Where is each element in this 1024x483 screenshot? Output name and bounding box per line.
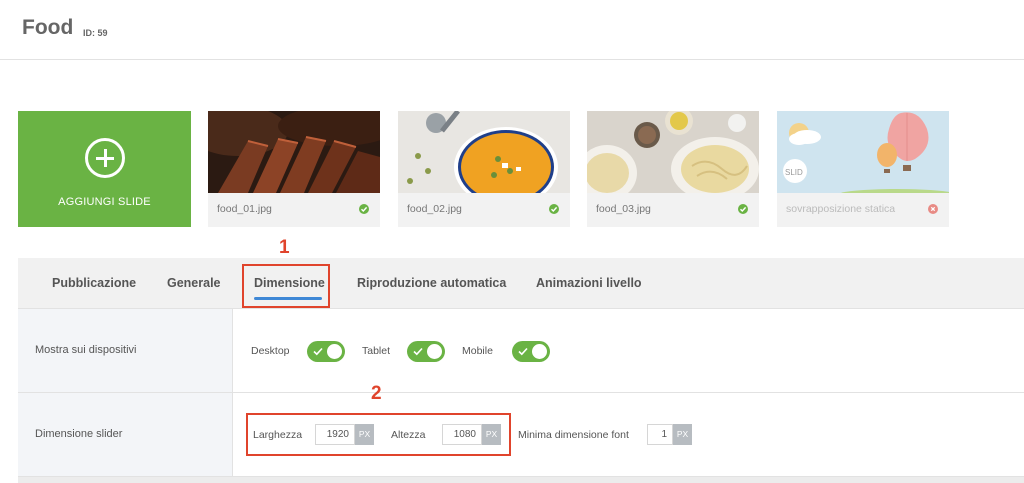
slide-image: [208, 111, 380, 193]
annotation-marker-1: 1: [279, 237, 290, 258]
min-font-unit-label: PX: [673, 424, 692, 445]
desktop-toggle[interactable]: [307, 341, 345, 362]
slide-thumbnail-static-overlay[interactable]: SLID sovrapposizione statica: [777, 111, 949, 227]
tab-riproduzione-automatica[interactable]: Riproduzione automatica: [357, 276, 506, 290]
error-icon: [928, 204, 938, 214]
tab-pubblicazione[interactable]: Pubblicazione: [52, 276, 136, 290]
slide-badge-text: SLID: [785, 168, 803, 177]
slide-filename: food_02.jpg: [407, 203, 462, 215]
page-title: Food: [22, 16, 74, 39]
annotation-box-1: [242, 264, 330, 308]
check-icon: [359, 204, 369, 214]
slide-filename: food_03.jpg: [596, 203, 651, 215]
add-slide-label: AGGIUNGI SLIDE: [58, 196, 151, 208]
toggle-knob: [327, 344, 342, 359]
mobile-toggle[interactable]: [512, 341, 550, 362]
annotation-box-2: [246, 413, 511, 456]
devices-setting-row: Mostra sui dispositivi Desktop Tablet Mo…: [18, 309, 1024, 393]
slide-image: [398, 111, 570, 193]
check-icon: [549, 204, 559, 214]
settings-tabs: Pubblicazione Generale Dimensione Riprod…: [18, 258, 1024, 309]
slide-filename: sovrapposizione statica: [786, 203, 896, 215]
tablet-label: Tablet: [362, 345, 391, 357]
slide-filename: food_01.jpg: [217, 203, 272, 215]
min-font-size-input[interactable]: [647, 424, 673, 445]
slide-thumbnail-3[interactable]: food_03.jpg: [587, 111, 759, 227]
slider-size-row-label: Dimensione slider: [35, 428, 123, 440]
page-header: Food ID: 59: [0, 0, 1024, 60]
check-icon: [518, 347, 528, 356]
tablet-toggle[interactable]: [407, 341, 445, 362]
tab-generale[interactable]: Generale: [167, 276, 221, 290]
row-label-cell: Mostra sui dispositivi: [18, 309, 233, 392]
devices-row-label: Mostra sui dispositivi: [35, 344, 137, 356]
mobile-label: Mobile: [462, 345, 493, 357]
check-icon: [313, 347, 323, 356]
row-label-cell: Dimensione slider: [18, 393, 233, 476]
add-slide-button[interactable]: AGGIUNGI SLIDE: [18, 111, 191, 227]
min-font-size-label: Minima dimensione font: [518, 429, 629, 441]
check-icon: [738, 204, 748, 214]
slider-size-setting-row: Dimensione slider Larghezza PX Altezza P…: [18, 393, 1024, 477]
annotation-marker-2: 2: [371, 383, 382, 404]
desktop-label: Desktop: [251, 345, 290, 357]
toggle-knob: [532, 344, 547, 359]
plus-circle-icon: [85, 138, 125, 178]
slider-id-label: ID: 59: [83, 28, 108, 38]
slide-image: [587, 111, 759, 193]
toggle-knob: [427, 344, 442, 359]
slide-image: SLID: [777, 111, 949, 193]
slide-thumbnail-2[interactable]: food_02.jpg: [398, 111, 570, 227]
slide-thumbnail-1[interactable]: food_01.jpg: [208, 111, 380, 227]
check-icon: [413, 347, 423, 356]
tab-animazioni-livello[interactable]: Animazioni livello: [536, 276, 642, 290]
bottom-divider: [18, 477, 1024, 483]
